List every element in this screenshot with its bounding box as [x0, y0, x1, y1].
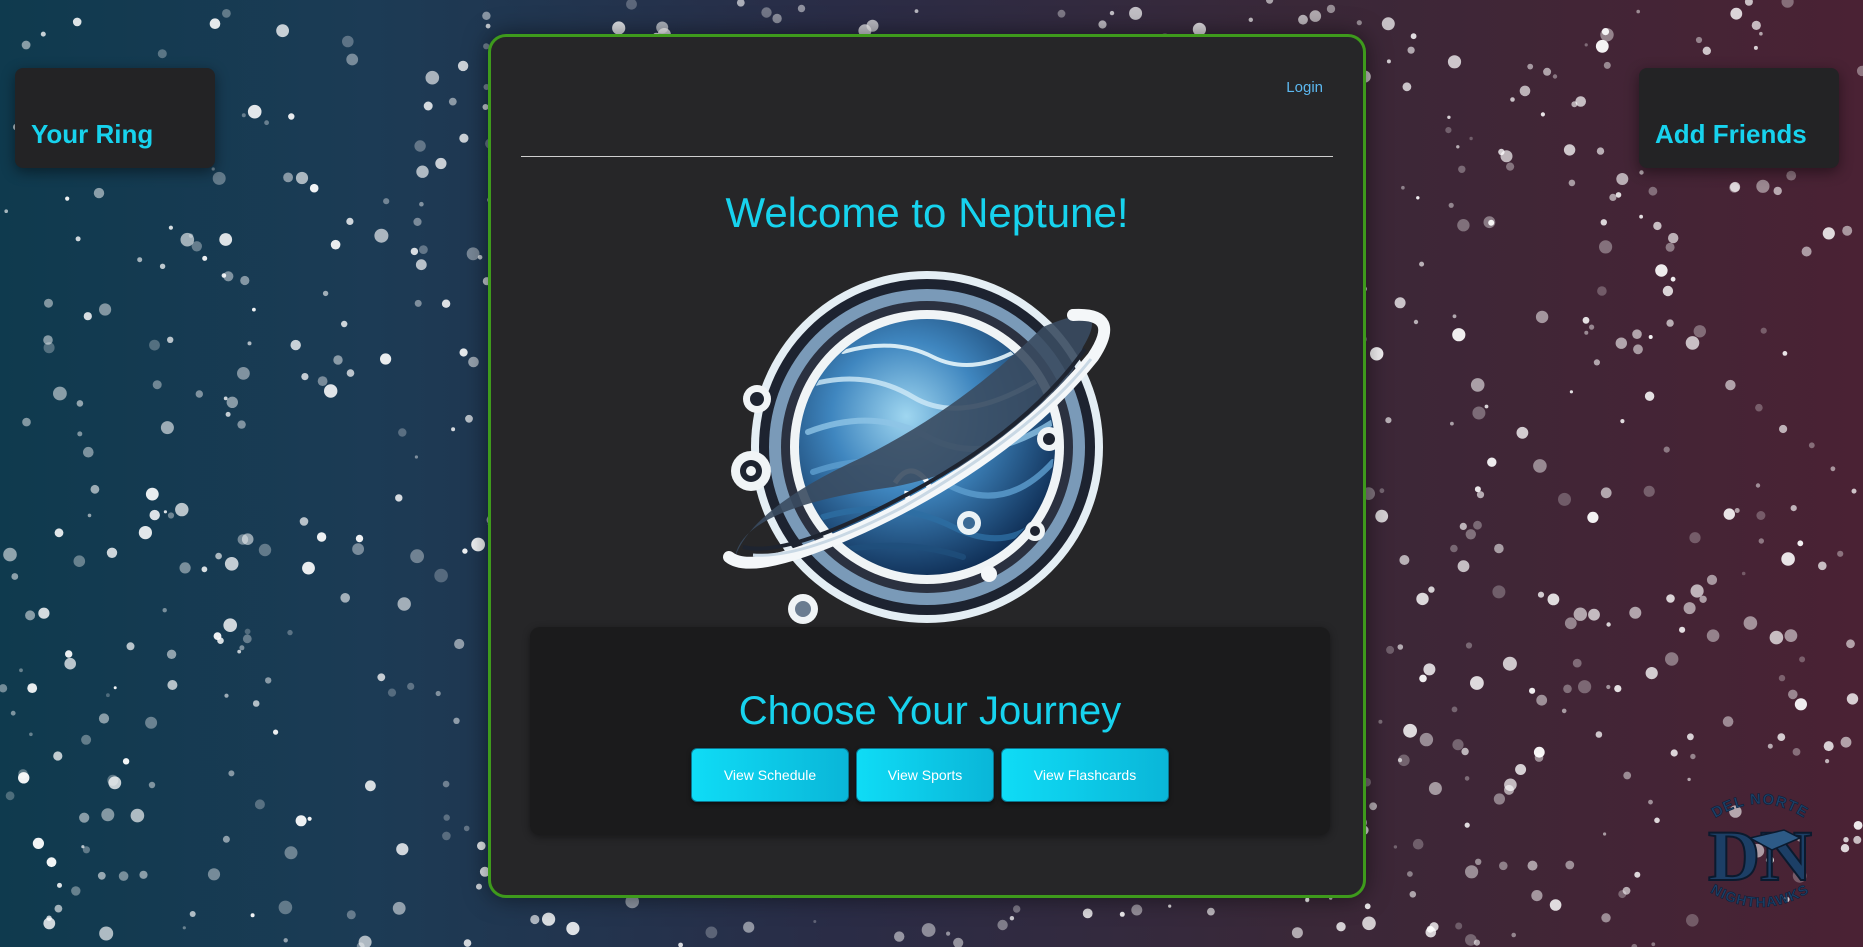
view-flashcards-button[interactable]: View Flashcards [1001, 748, 1169, 802]
header-divider [521, 156, 1333, 157]
school-logo-monogram: DN [1708, 816, 1812, 896]
page-title: Welcome to Neptune! [725, 189, 1129, 236]
your-ring-card[interactable]: Your Ring [15, 68, 215, 168]
add-friends-label: Add Friends [1655, 119, 1807, 149]
add-friends-card[interactable]: Add Friends [1639, 68, 1839, 168]
your-ring-label: Your Ring [31, 119, 154, 149]
view-schedule-button[interactable]: View Schedule [691, 748, 849, 802]
journey-buttons: View Schedule View Sports View Flashcard… [530, 748, 1330, 802]
journey-panel: Choose Your Journey View Schedule View S… [530, 627, 1330, 835]
journey-title: Choose Your Journey [738, 689, 1122, 733]
del-norte-nighthawks-logo-icon: DEL NORTE DN NIGHTHAWKS [1707, 791, 1813, 911]
login-link[interactable]: Login [1286, 79, 1323, 96]
neptune-planet-logo-icon [723, 271, 1111, 624]
view-sports-button[interactable]: View Sports [856, 748, 994, 802]
main-panel: Login Welcome to Neptune! Choose Your Jo… [488, 34, 1366, 898]
